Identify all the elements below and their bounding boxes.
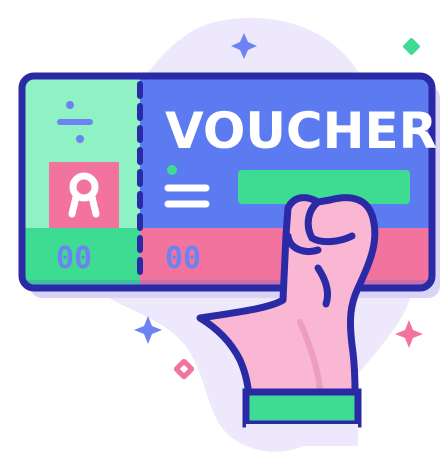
ribbon-badge-icon: [49, 162, 119, 228]
diamond-icon: [403, 38, 420, 55]
stub-code: 00: [56, 241, 92, 276]
status-dot: [167, 165, 177, 175]
voucher-illustration: VOUCHER 00 00: [18, 17, 440, 452]
sleeve-cuff: [242, 388, 362, 428]
diamond-icon: [173, 358, 195, 380]
sparkle-icon: [395, 320, 423, 348]
voucher-title: VOUCHER: [165, 102, 437, 160]
main-code: 00: [165, 241, 201, 276]
